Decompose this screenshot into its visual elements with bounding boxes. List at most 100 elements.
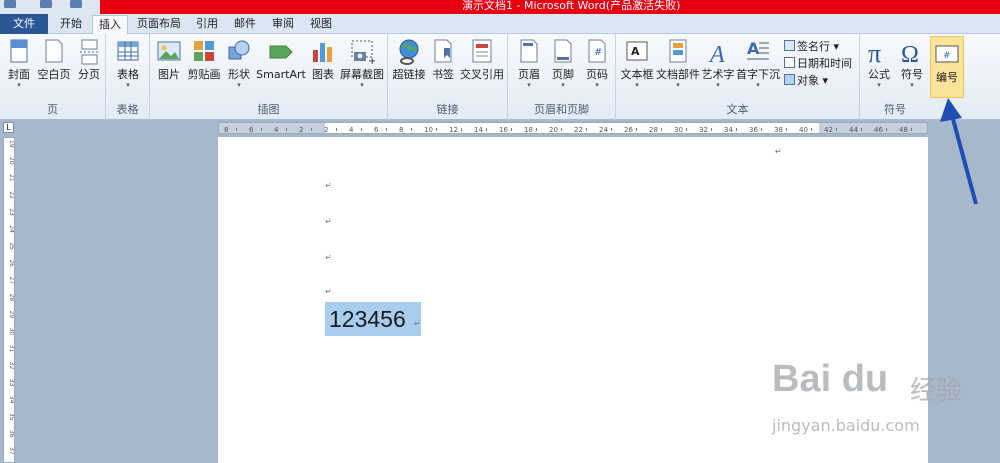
- wordart-button[interactable]: A 艺术字 ▾: [700, 38, 736, 89]
- group-label-header-footer: 页眉和页脚: [534, 103, 589, 116]
- text-box-icon: A: [624, 38, 650, 66]
- ruler-label: 29: [8, 311, 15, 319]
- group-illustrations: 图片 剪贴画 形状 ▾ SmartArt 图表 + 屏幕截图 ▾ 插图: [150, 34, 388, 120]
- svg-text:#: #: [943, 51, 951, 61]
- page-number-icon: #: [584, 38, 610, 66]
- ruler-label: 8: [224, 126, 228, 134]
- group-label-pages: 页: [47, 103, 58, 116]
- tab-insert[interactable]: 插入: [92, 15, 128, 35]
- text-box-button[interactable]: A 文本框 ▾: [620, 38, 654, 89]
- selected-text[interactable]: 123456: [325, 302, 421, 336]
- svg-text:A: A: [631, 45, 640, 58]
- chart-button[interactable]: 图表: [308, 38, 338, 81]
- cover-page-button[interactable]: 封面 ▾: [4, 38, 34, 89]
- ruler-label: 46: [874, 126, 883, 134]
- chevron-down-icon: ▾: [527, 81, 531, 89]
- tab-mailings[interactable]: 邮件: [228, 15, 262, 34]
- chevron-down-icon: ▾: [360, 81, 364, 89]
- symbol-button[interactable]: Ω 符号 ▾: [896, 38, 928, 89]
- wordart-icon: A: [705, 38, 731, 68]
- undo-icon[interactable]: [40, 0, 52, 8]
- ruler-label: 33: [8, 379, 15, 387]
- blank-page-button[interactable]: 空白页: [36, 38, 72, 81]
- clip-art-button[interactable]: 剪贴画: [186, 38, 222, 81]
- pi-icon: π: [866, 38, 892, 68]
- numbering-button[interactable]: # 编号: [930, 36, 964, 98]
- tab-file[interactable]: 文件: [0, 14, 48, 34]
- vertical-ruler[interactable]: 19 20 21 22 23 24 25 26 27 28 29 30 31 32 33 34 35 36 37: [3, 137, 15, 463]
- paragraph-mark: ↵: [325, 217, 332, 226]
- signature-line-button[interactable]: 签名行 ▾: [784, 38, 839, 54]
- tab-references[interactable]: 引用: [190, 15, 224, 34]
- smartart-icon: [268, 38, 294, 66]
- quick-parts-icon: [665, 38, 691, 66]
- hyperlink-button[interactable]: 超链接: [390, 38, 428, 81]
- ruler-label: 20: [8, 157, 15, 165]
- tab-page-layout[interactable]: 页面布局: [132, 15, 186, 34]
- object-button[interactable]: 对象 ▾: [784, 72, 828, 88]
- ruler-label: 40: [799, 126, 808, 134]
- paragraph-mark: ↵: [325, 253, 332, 262]
- ruler-label: 24: [599, 126, 608, 134]
- ruler-label: 2: [324, 126, 328, 134]
- table-icon: [115, 38, 141, 66]
- ruler-label: 36: [8, 430, 15, 438]
- cross-reference-button[interactable]: 交叉引用: [458, 38, 506, 81]
- footer-button[interactable]: 页脚 ▾: [546, 38, 580, 89]
- ruler-label: 31: [8, 345, 15, 353]
- ruler-label: 6: [249, 126, 254, 134]
- redo-icon[interactable]: [70, 0, 82, 8]
- table-button[interactable]: 表格 ▾: [112, 38, 144, 89]
- ruler-label: 12: [449, 126, 458, 134]
- shapes-button[interactable]: 形状 ▾: [224, 38, 254, 89]
- ruler-label: 44: [849, 126, 858, 134]
- quick-parts-button[interactable]: 文档部件 ▾: [656, 38, 700, 89]
- header-icon: [516, 38, 542, 66]
- chevron-down-icon: ▾: [17, 81, 21, 89]
- picture-icon: [156, 38, 182, 66]
- chevron-down-icon: ▾: [561, 81, 565, 89]
- drop-cap-button[interactable]: A 首字下沉 ▾: [736, 38, 780, 89]
- header-button[interactable]: 页眉 ▾: [512, 38, 546, 89]
- horizontal-ruler-ticks: 8 6 4 2 2 4 6 8 10 12 14 16 18 20 22 24 26 28 30 32 34 36 38 40…: [224, 126, 912, 134]
- numbering-icon: #: [934, 41, 960, 69]
- paragraph-mark: ↵: [325, 181, 332, 190]
- tab-review[interactable]: 审阅: [266, 15, 300, 34]
- group-label-illustrations: 插图: [257, 103, 280, 116]
- svg-text:Ω: Ω: [901, 42, 919, 66]
- tab-stop-selector[interactable]: L: [3, 122, 14, 133]
- drop-cap-icon: A: [745, 38, 771, 66]
- page-break-button[interactable]: 分页: [74, 38, 104, 81]
- save-icon[interactable]: [4, 0, 16, 8]
- group-label-links: 链接: [436, 103, 459, 116]
- ruler-label: 30: [8, 328, 15, 336]
- ruler-label: 4: [349, 126, 354, 134]
- smartart-button[interactable]: SmartArt: [254, 38, 308, 81]
- clip-art-icon: [191, 38, 217, 66]
- chevron-down-icon: ▾: [676, 81, 680, 89]
- omega-icon: Ω: [899, 38, 925, 68]
- window-title: 演示文档1 - Microsoft Word(产品激活失败): [462, 0, 681, 12]
- tab-home[interactable]: 开始: [54, 15, 88, 34]
- screenshot-button[interactable]: + 屏幕截图 ▾: [338, 38, 386, 89]
- equation-button[interactable]: π 公式 ▾: [862, 38, 896, 89]
- paragraph-mark: ↵: [325, 287, 332, 296]
- page-break-icon: [76, 38, 102, 66]
- date-time-button[interactable]: 日期和时间: [784, 55, 852, 71]
- ruler-label: 32: [8, 362, 15, 370]
- page-number-button[interactable]: # 页码 ▾: [580, 38, 614, 89]
- ribbon: 封面 ▾ 空白页 分页 页 表格 ▾ 表格 图片 剪贴画 形状 ▾ SmartA…: [0, 34, 1000, 120]
- ruler-label: 35: [8, 413, 15, 421]
- chevron-down-icon: ▾: [237, 81, 241, 89]
- chevron-down-icon: ▾: [126, 81, 130, 89]
- tab-view[interactable]: 视图: [304, 15, 338, 34]
- horizontal-ruler[interactable]: 8 6 4 2 2 4 6 8 10 12 14 16 18 20 22 24 26 28 30 32 34 36 38 40…: [218, 122, 928, 134]
- ruler-label: 6: [374, 126, 379, 134]
- chevron-down-icon: ▾: [910, 81, 914, 89]
- ruler-label: 42: [824, 126, 833, 134]
- document-text: 123456: [329, 306, 406, 332]
- bookmark-button[interactable]: 书签: [428, 38, 458, 81]
- ruler-label: 23: [8, 208, 15, 216]
- title-bar: 演示文档1 - Microsoft Word(产品激活失败): [0, 0, 1000, 14]
- picture-button[interactable]: 图片: [154, 38, 184, 81]
